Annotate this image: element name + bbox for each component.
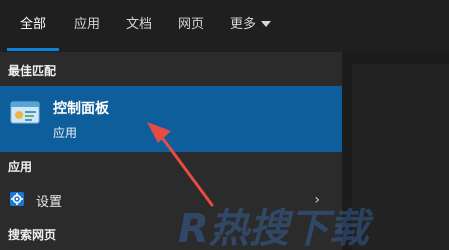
search-web-header: 搜索网页 <box>8 228 57 242</box>
app-item-label: 设置 <box>36 195 63 210</box>
settings-gear-icon <box>10 192 24 206</box>
active-tab-indicator <box>7 48 59 51</box>
tab-more-label: 更多 <box>230 17 257 32</box>
tab-all[interactable]: 全部 <box>20 0 46 50</box>
apps-header: 应用 <box>8 160 33 174</box>
caret-down-icon <box>261 20 272 27</box>
app-item-settings[interactable]: 设置 › <box>0 184 342 216</box>
control-panel-icon <box>10 101 40 124</box>
best-match-control-panel[interactable]: 控制面板 应用 <box>0 86 342 152</box>
detail-preview-area <box>352 64 449 250</box>
search-results-pane: 最佳匹配 控制面板 应用 应用 设置 › 搜索网页 <box>0 52 342 250</box>
best-match-header: 最佳匹配 <box>8 64 57 78</box>
tab-documents[interactable]: 文档 <box>126 0 152 50</box>
chevron-right-icon[interactable]: › <box>314 192 320 208</box>
tab-more[interactable]: 更多 <box>230 0 272 50</box>
tab-web[interactable]: 网页 <box>178 0 204 50</box>
tab-apps[interactable]: 应用 <box>74 0 100 50</box>
windows-search-panel: 全部 应用 文档 网页 更多 最佳匹配 控制面板 应用 应用 设置 › 搜索网页… <box>0 0 449 250</box>
result-detail-pane <box>342 52 449 250</box>
best-match-subtitle: 应用 <box>53 126 78 140</box>
search-filter-tabs: 全部 应用 文档 网页 更多 <box>0 0 449 51</box>
best-match-title: 控制面板 <box>53 101 109 117</box>
